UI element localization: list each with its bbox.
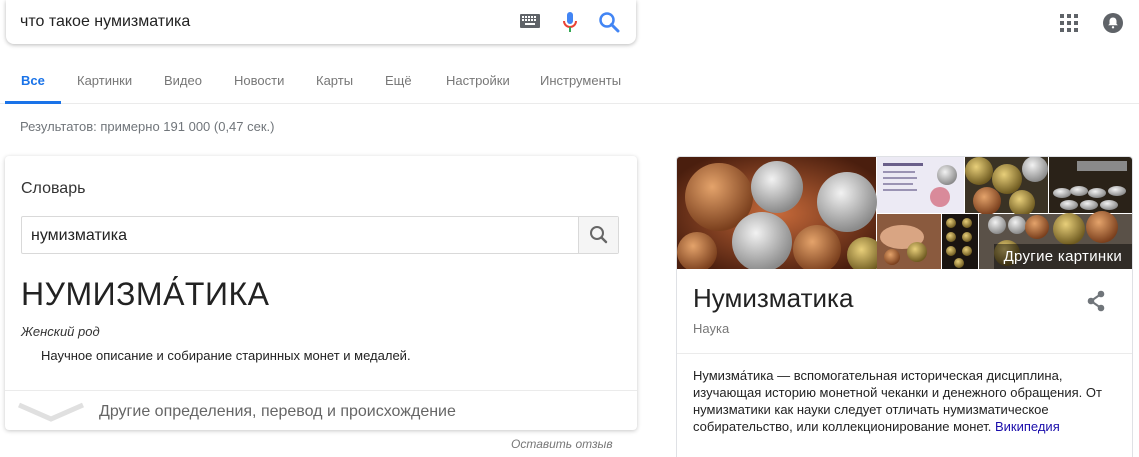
- search-tabs: Все Картинки Видео Новости Карты Ещё Нас…: [0, 60, 1139, 104]
- wikipedia-link[interactable]: Википедия: [995, 419, 1060, 434]
- search-input[interactable]: что такое нумизматика: [20, 13, 190, 31]
- microphone-icon[interactable]: [562, 11, 578, 33]
- apps-grid-icon[interactable]: [1060, 14, 1078, 32]
- entity-subtitle: Наука: [693, 321, 730, 336]
- tab-video[interactable]: Видео: [164, 73, 202, 88]
- active-tab-indicator: [5, 101, 61, 104]
- chevron-down-icon: [17, 402, 85, 422]
- tab-tools[interactable]: Инструменты: [540, 73, 621, 88]
- tab-images[interactable]: Картинки: [77, 73, 132, 88]
- keyboard-icon[interactable]: [520, 14, 540, 28]
- search-icon: [590, 226, 608, 244]
- dictionary-card: Словарь нумизматика НУМИЗМА́ТИКА Женский…: [5, 156, 637, 430]
- more-definitions-button[interactable]: Другие определения, перевод и происхожде…: [5, 390, 637, 431]
- more-definitions-label: Другие определения, перевод и происхожде…: [99, 403, 456, 420]
- search-icon[interactable]: [598, 11, 620, 33]
- definition-text: Научное описание и собирание старинных м…: [41, 348, 411, 363]
- search-box[interactable]: что такое нумизматика: [6, 0, 636, 44]
- share-icon[interactable]: [1086, 290, 1106, 312]
- entity-description: Нумизма́тика — вспомогательная историчес…: [693, 367, 1113, 435]
- results-count: Результатов: примерно 191 000 (0,47 сек.…: [20, 119, 275, 134]
- dictionary-search-field[interactable]: нумизматика: [21, 216, 619, 254]
- tab-news[interactable]: Новости: [234, 73, 284, 88]
- knowledge-panel: Другие картинки Нумизматика Наука Нумизм…: [676, 156, 1133, 457]
- dictionary-input[interactable]: нумизматика: [31, 227, 127, 245]
- dictionary-search-button[interactable]: [578, 217, 618, 253]
- image-strip[interactable]: Другие картинки: [677, 157, 1132, 273]
- tab-settings[interactable]: Настройки: [446, 73, 510, 88]
- dictionary-title: Словарь: [21, 180, 86, 197]
- entity-title: Нумизматика: [693, 283, 854, 313]
- dictionary-headword: НУМИЗМА́ТИКА: [21, 276, 270, 312]
- part-of-speech: Женский род: [21, 324, 100, 339]
- more-images-link[interactable]: Другие картинки: [993, 244, 1132, 269]
- tab-more[interactable]: Ещё: [385, 73, 412, 88]
- panel-divider: [677, 353, 1132, 354]
- tab-maps[interactable]: Карты: [316, 73, 353, 88]
- feedback-link[interactable]: Оставить отзыв: [511, 437, 613, 451]
- notifications-icon[interactable]: [1103, 13, 1123, 33]
- tab-all[interactable]: Все: [21, 73, 45, 88]
